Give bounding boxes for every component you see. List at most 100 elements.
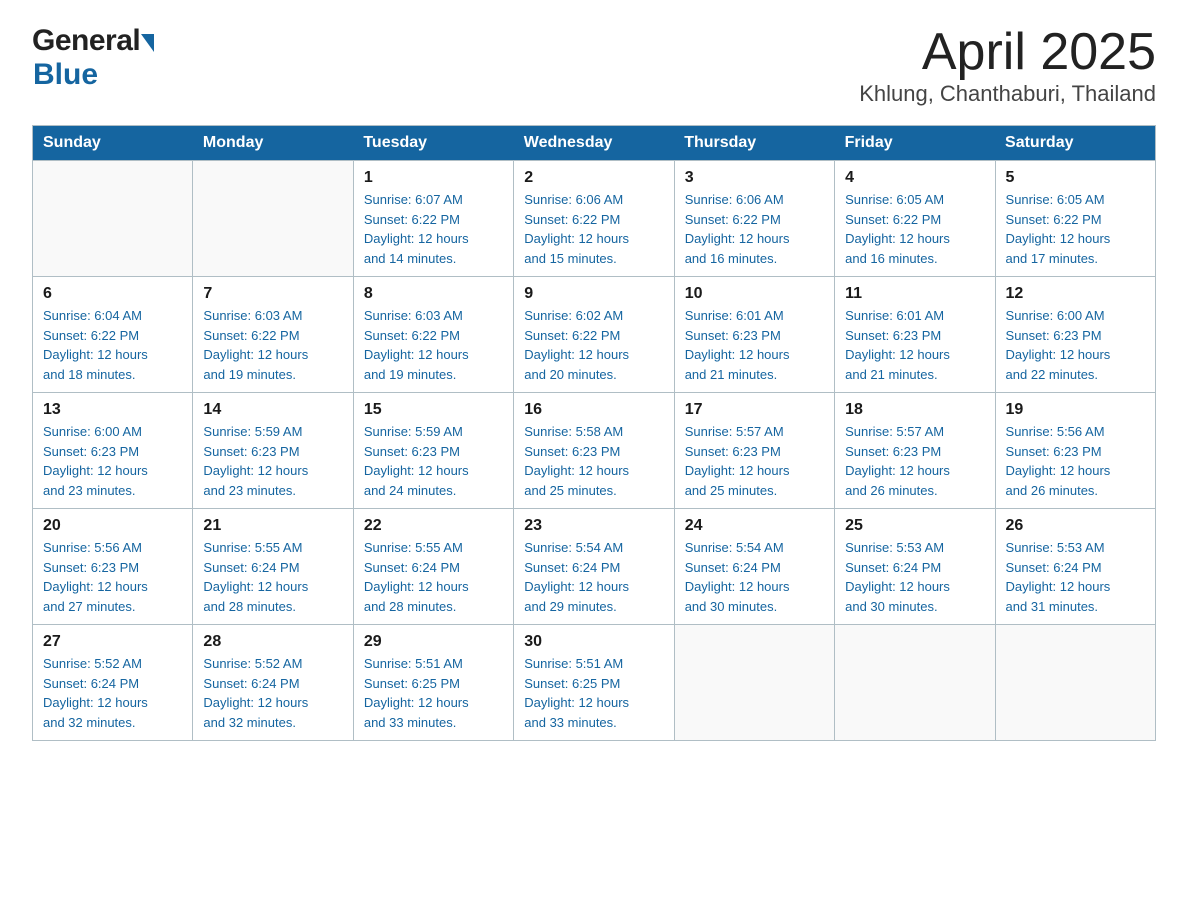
sun-info: Sunrise: 6:00 AMSunset: 6:23 PMDaylight:… bbox=[1006, 306, 1145, 384]
sun-info: Sunrise: 5:52 AMSunset: 6:24 PMDaylight:… bbox=[43, 654, 182, 732]
calendar-cell bbox=[835, 625, 995, 741]
calendar-cell: 6 Sunrise: 6:04 AMSunset: 6:22 PMDaylight… bbox=[33, 277, 193, 393]
calendar-cell: 24 Sunrise: 5:54 AMSunset: 6:24 PMDayligh… bbox=[674, 509, 834, 625]
day-number: 6 bbox=[43, 285, 182, 303]
day-number: 10 bbox=[685, 285, 824, 303]
calendar-cell: 13 Sunrise: 6:00 AMSunset: 6:23 PMDayligh… bbox=[33, 393, 193, 509]
sun-info: Sunrise: 5:59 AMSunset: 6:23 PMDaylight:… bbox=[364, 422, 503, 500]
calendar-header-saturday: Saturday bbox=[995, 126, 1155, 161]
sun-info: Sunrise: 6:04 AMSunset: 6:22 PMDaylight:… bbox=[43, 306, 182, 384]
day-number: 17 bbox=[685, 401, 824, 419]
day-number: 22 bbox=[364, 517, 503, 535]
calendar-cell: 18Sunrise: 5:57 AMSunset: 6:23 PMDayligh… bbox=[835, 393, 995, 509]
calendar-cell: 27 Sunrise: 5:52 AMSunset: 6:24 PMDayligh… bbox=[33, 625, 193, 741]
calendar-header-sunday: Sunday bbox=[33, 126, 193, 161]
sun-info: Sunrise: 5:56 AMSunset: 6:23 PMDaylight:… bbox=[43, 538, 182, 616]
day-number: 27 bbox=[43, 633, 182, 651]
calendar-week-row: 6 Sunrise: 6:04 AMSunset: 6:22 PMDaylight… bbox=[33, 277, 1156, 393]
logo-triangle-icon bbox=[141, 34, 154, 52]
calendar-cell: 15Sunrise: 5:59 AMSunset: 6:23 PMDayligh… bbox=[353, 393, 513, 509]
calendar-cell bbox=[674, 625, 834, 741]
day-number: 26 bbox=[1006, 517, 1145, 535]
calendar-header-wednesday: Wednesday bbox=[514, 126, 674, 161]
calendar-week-row: 1 Sunrise: 6:07 AMSunset: 6:22 PMDaylight… bbox=[33, 161, 1156, 277]
sun-info: Sunrise: 5:56 AMSunset: 6:23 PMDaylight:… bbox=[1006, 422, 1145, 500]
calendar-cell: 25Sunrise: 5:53 AMSunset: 6:24 PMDayligh… bbox=[835, 509, 995, 625]
title-block: April 2025 Khlung, Chanthaburi, Thailand bbox=[859, 24, 1156, 107]
page-title: April 2025 bbox=[859, 24, 1156, 81]
sun-info: Sunrise: 6:00 AMSunset: 6:23 PMDaylight:… bbox=[43, 422, 182, 500]
calendar-week-row: 20 Sunrise: 5:56 AMSunset: 6:23 PMDayligh… bbox=[33, 509, 1156, 625]
calendar-cell: 14Sunrise: 5:59 AMSunset: 6:23 PMDayligh… bbox=[193, 393, 353, 509]
calendar-cell: 7 Sunrise: 6:03 AMSunset: 6:22 PMDaylight… bbox=[193, 277, 353, 393]
sun-info: Sunrise: 6:01 AMSunset: 6:23 PMDaylight:… bbox=[845, 306, 984, 384]
day-number: 3 bbox=[685, 169, 824, 187]
day-number: 7 bbox=[203, 285, 342, 303]
sun-info: Sunrise: 6:02 AMSunset: 6:22 PMDaylight:… bbox=[524, 306, 663, 384]
sun-info: Sunrise: 5:54 AMSunset: 6:24 PMDaylight:… bbox=[524, 538, 663, 616]
day-number: 19 bbox=[1006, 401, 1145, 419]
sun-info: Sunrise: 5:51 AMSunset: 6:25 PMDaylight:… bbox=[524, 654, 663, 732]
calendar-cell: 5 Sunrise: 6:05 AMSunset: 6:22 PMDaylight… bbox=[995, 161, 1155, 277]
calendar-header-tuesday: Tuesday bbox=[353, 126, 513, 161]
calendar-cell: 21 Sunrise: 5:55 AMSunset: 6:24 PMDayligh… bbox=[193, 509, 353, 625]
sun-info: Sunrise: 6:06 AMSunset: 6:22 PMDaylight:… bbox=[524, 190, 663, 268]
calendar-week-row: 13 Sunrise: 6:00 AMSunset: 6:23 PMDayligh… bbox=[33, 393, 1156, 509]
sun-info: Sunrise: 6:05 AMSunset: 6:22 PMDaylight:… bbox=[845, 190, 984, 268]
calendar-cell: 16Sunrise: 5:58 AMSunset: 6:23 PMDayligh… bbox=[514, 393, 674, 509]
calendar-cell: 28Sunrise: 5:52 AMSunset: 6:24 PMDayligh… bbox=[193, 625, 353, 741]
page-header: General Blue April 2025 Khlung, Chanthab… bbox=[32, 24, 1156, 107]
sun-info: Sunrise: 6:03 AMSunset: 6:22 PMDaylight:… bbox=[203, 306, 342, 384]
day-number: 21 bbox=[203, 517, 342, 535]
day-number: 1 bbox=[364, 169, 503, 187]
day-number: 20 bbox=[43, 517, 182, 535]
calendar-cell: 11 Sunrise: 6:01 AMSunset: 6:23 PMDayligh… bbox=[835, 277, 995, 393]
sun-info: Sunrise: 6:07 AMSunset: 6:22 PMDaylight:… bbox=[364, 190, 503, 268]
day-number: 30 bbox=[524, 633, 663, 651]
logo: General Blue bbox=[32, 24, 154, 92]
day-number: 13 bbox=[43, 401, 182, 419]
calendar-cell: 17 Sunrise: 5:57 AMSunset: 6:23 PMDayligh… bbox=[674, 393, 834, 509]
day-number: 23 bbox=[524, 517, 663, 535]
day-number: 29 bbox=[364, 633, 503, 651]
calendar-cell: 12Sunrise: 6:00 AMSunset: 6:23 PMDayligh… bbox=[995, 277, 1155, 393]
calendar-cell: 4 Sunrise: 6:05 AMSunset: 6:22 PMDaylight… bbox=[835, 161, 995, 277]
day-number: 9 bbox=[524, 285, 663, 303]
calendar-cell: 10 Sunrise: 6:01 AMSunset: 6:23 PMDayligh… bbox=[674, 277, 834, 393]
calendar-cell: 19 Sunrise: 5:56 AMSunset: 6:23 PMDayligh… bbox=[995, 393, 1155, 509]
calendar-table: SundayMondayTuesdayWednesdayThursdayFrid… bbox=[32, 125, 1156, 741]
calendar-cell: 9 Sunrise: 6:02 AMSunset: 6:22 PMDaylight… bbox=[514, 277, 674, 393]
sun-info: Sunrise: 5:51 AMSunset: 6:25 PMDaylight:… bbox=[364, 654, 503, 732]
calendar-cell bbox=[193, 161, 353, 277]
calendar-cell: 20 Sunrise: 5:56 AMSunset: 6:23 PMDayligh… bbox=[33, 509, 193, 625]
sun-info: Sunrise: 5:54 AMSunset: 6:24 PMDaylight:… bbox=[685, 538, 824, 616]
day-number: 28 bbox=[203, 633, 342, 651]
day-number: 8 bbox=[364, 285, 503, 303]
calendar-cell: 1 Sunrise: 6:07 AMSunset: 6:22 PMDaylight… bbox=[353, 161, 513, 277]
day-number: 24 bbox=[685, 517, 824, 535]
day-number: 14 bbox=[203, 401, 342, 419]
calendar-cell: 3 Sunrise: 6:06 AMSunset: 6:22 PMDaylight… bbox=[674, 161, 834, 277]
sun-info: Sunrise: 6:01 AMSunset: 6:23 PMDaylight:… bbox=[685, 306, 824, 384]
day-number: 16 bbox=[524, 401, 663, 419]
sun-info: Sunrise: 5:53 AMSunset: 6:24 PMDaylight:… bbox=[845, 538, 984, 616]
calendar-header-thursday: Thursday bbox=[674, 126, 834, 161]
day-number: 5 bbox=[1006, 169, 1145, 187]
sun-info: Sunrise: 6:03 AMSunset: 6:22 PMDaylight:… bbox=[364, 306, 503, 384]
page-subtitle: Khlung, Chanthaburi, Thailand bbox=[859, 81, 1156, 107]
calendar-cell: 2Sunrise: 6:06 AMSunset: 6:22 PMDaylight… bbox=[514, 161, 674, 277]
sun-info: Sunrise: 6:06 AMSunset: 6:22 PMDaylight:… bbox=[685, 190, 824, 268]
sun-info: Sunrise: 5:57 AMSunset: 6:23 PMDaylight:… bbox=[685, 422, 824, 500]
day-number: 4 bbox=[845, 169, 984, 187]
calendar-cell: 23 Sunrise: 5:54 AMSunset: 6:24 PMDayligh… bbox=[514, 509, 674, 625]
sun-info: Sunrise: 6:05 AMSunset: 6:22 PMDaylight:… bbox=[1006, 190, 1145, 268]
calendar-header-row: SundayMondayTuesdayWednesdayThursdayFrid… bbox=[33, 126, 1156, 161]
calendar-cell: 8 Sunrise: 6:03 AMSunset: 6:22 PMDaylight… bbox=[353, 277, 513, 393]
day-number: 11 bbox=[845, 285, 984, 303]
sun-info: Sunrise: 5:55 AMSunset: 6:24 PMDaylight:… bbox=[203, 538, 342, 616]
calendar-header-friday: Friday bbox=[835, 126, 995, 161]
sun-info: Sunrise: 5:53 AMSunset: 6:24 PMDaylight:… bbox=[1006, 538, 1145, 616]
calendar-cell: 29 Sunrise: 5:51 AMSunset: 6:25 PMDayligh… bbox=[353, 625, 513, 741]
calendar-cell bbox=[995, 625, 1155, 741]
calendar-cell bbox=[33, 161, 193, 277]
